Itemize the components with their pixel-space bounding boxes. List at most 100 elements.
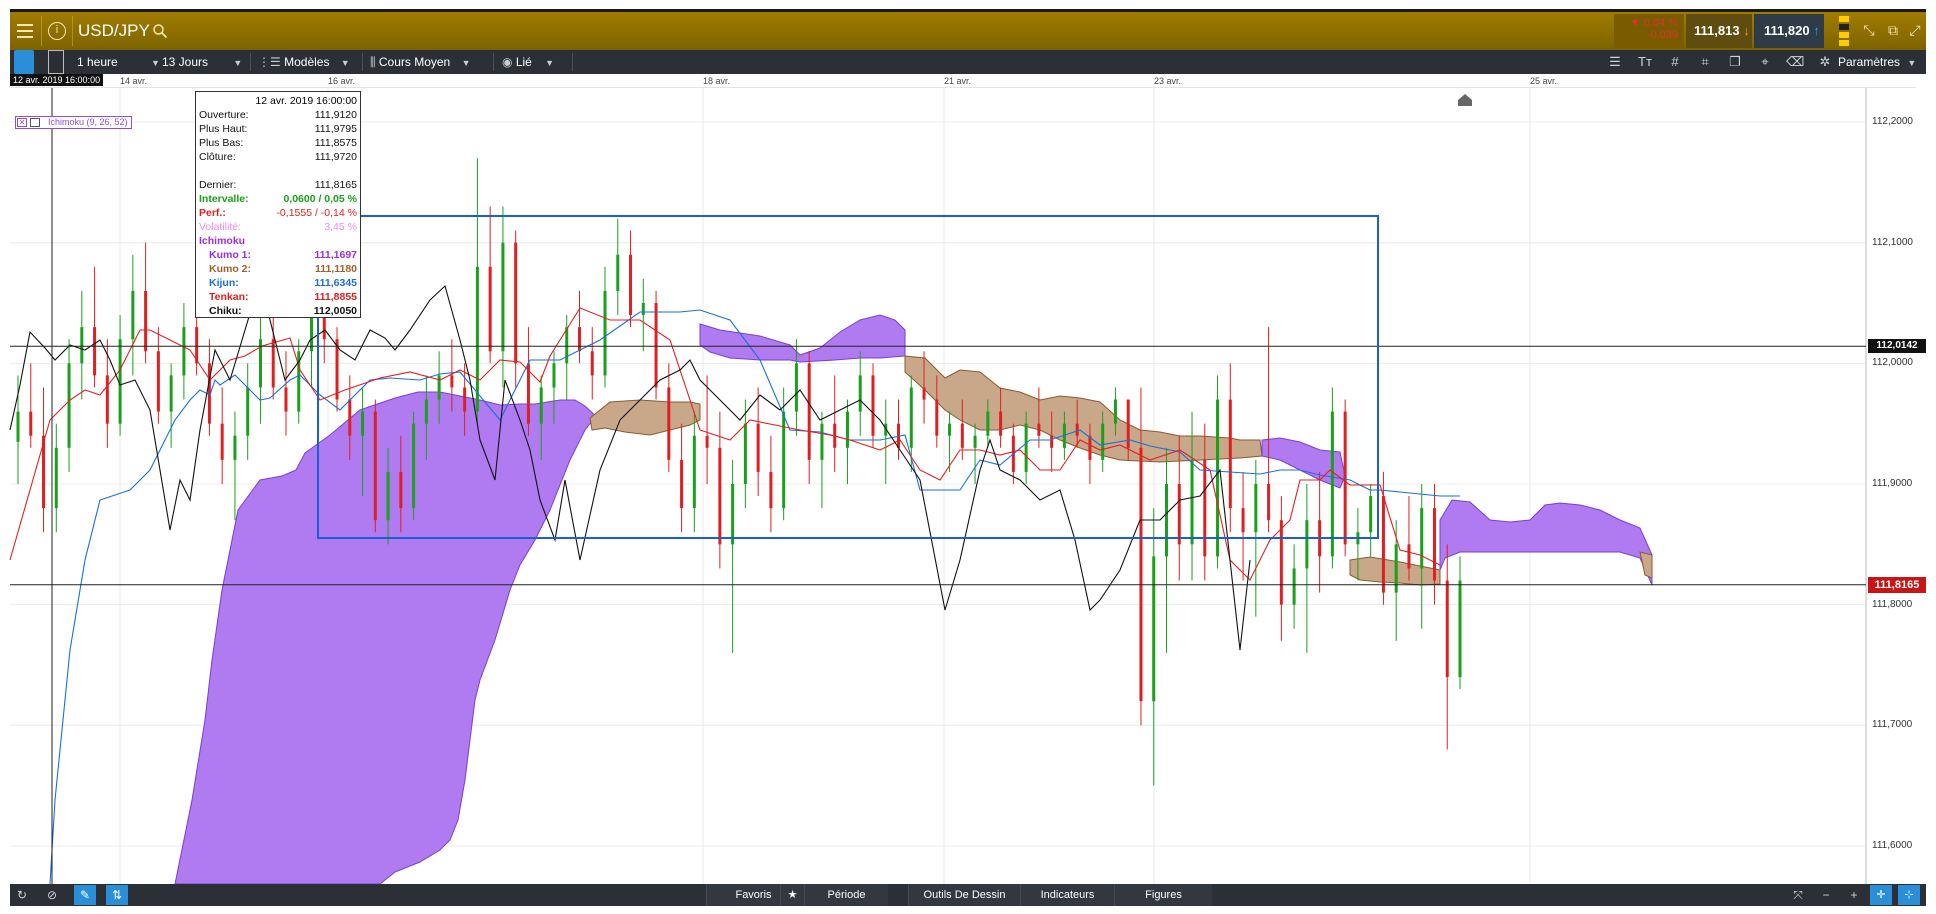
- kumo-cloud-bullish: [174, 391, 602, 885]
- tab-periode[interactable]: Période: [804, 884, 888, 906]
- candle-body: [386, 471, 390, 521]
- candle-body: [935, 399, 939, 436]
- candle-body: [922, 387, 926, 400]
- cancel-icon[interactable]: ⊘: [44, 887, 60, 903]
- tooltip-value: 111,8165: [314, 179, 357, 191]
- candle-body: [105, 375, 109, 424]
- tooltip-row: Plus Bas: 111,8575: [199, 136, 357, 150]
- tooltip-label: Plus Haut:: [199, 123, 248, 135]
- candle-body: [820, 423, 824, 460]
- candle-body: [514, 242, 518, 364]
- tooltip-row: Volatilité: 3,45 %: [199, 220, 357, 234]
- candle-body: [960, 423, 964, 448]
- candle-body: [641, 303, 645, 316]
- tooltip-value: -0,1555 / -0,14 %: [276, 207, 357, 219]
- candle-body: [463, 387, 467, 412]
- tab-label: Indicateurs: [1040, 889, 1095, 901]
- tooltip-row: Kumo 1: 111,1697: [199, 248, 357, 262]
- refresh-icon[interactable]: ↻: [14, 887, 30, 903]
- crosshair-icon[interactable]: ✛: [1870, 885, 1892, 905]
- tooltip-row: Ichimoku: [199, 234, 357, 248]
- tab-label: Favoris: [735, 889, 772, 901]
- candle-body: [1037, 423, 1041, 436]
- candle-body: [1203, 459, 1207, 557]
- candle-body: [539, 387, 543, 424]
- fit-icon[interactable]: ⤧: [1790, 887, 1806, 903]
- candle-body: [1458, 580, 1462, 678]
- candle-body: [1369, 496, 1373, 533]
- candle-body: [526, 363, 530, 424]
- tooltip-row: Kijun: 111,6345: [199, 276, 357, 290]
- tab-figures[interactable]: Figures: [1114, 884, 1212, 906]
- tooltip-label: Kumo 2:: [209, 263, 251, 275]
- tooltip-row: [199, 164, 357, 178]
- candle-body: [1381, 496, 1385, 593]
- tab-label: Figures: [1145, 889, 1182, 901]
- candle-body: [29, 411, 33, 436]
- tooltip-date: 12 avr. 2019 16:00:00: [255, 95, 357, 107]
- candle-body: [590, 351, 594, 376]
- candle-body: [807, 363, 811, 460]
- expand-icon[interactable]: ⊹: [1898, 885, 1920, 905]
- candle-body: [1177, 484, 1181, 545]
- candle-body: [80, 327, 84, 364]
- candle-body: [1228, 399, 1232, 509]
- candle-body: [450, 375, 454, 388]
- candle-body: [1343, 411, 1347, 545]
- tooltip-value: 111,9720: [314, 151, 357, 163]
- y-tick-label: 111,8000: [1872, 598, 1913, 610]
- candle-body: [361, 411, 365, 436]
- close-icon[interactable]: ✕: [17, 118, 27, 127]
- candle-body: [67, 363, 71, 448]
- candle-body: [54, 447, 58, 509]
- zoom-out-icon[interactable]: −: [1818, 887, 1834, 903]
- tooltip-value: 111,9795: [314, 123, 357, 135]
- tooltip-value: 111,9120: [314, 109, 357, 121]
- candle-body: [1164, 484, 1168, 557]
- candle-body: [973, 435, 977, 448]
- magnet-icon[interactable]: ⇅: [106, 885, 128, 905]
- candle-body: [769, 471, 773, 509]
- candle-body: [565, 327, 569, 364]
- tooltip-label: Intervalle:: [199, 193, 249, 205]
- tooltip-row: Kumo 2: 111,1180: [199, 262, 357, 276]
- candle-body: [424, 399, 428, 424]
- tooltip-label: Tenkan:: [209, 291, 249, 303]
- tab-indicators[interactable]: Indicateurs: [1020, 884, 1114, 906]
- tab-drawing-tools[interactable]: Outils De Dessin: [908, 884, 1020, 906]
- tab-label: Période: [827, 889, 866, 901]
- current-price-marker: 111,8165: [1868, 576, 1926, 593]
- tooltip-label: Plus Bas:: [199, 137, 244, 149]
- candle-body: [488, 266, 492, 352]
- candle-body: [731, 484, 735, 545]
- candle-body: [348, 399, 352, 436]
- zoom-in-icon[interactable]: +: [1846, 887, 1862, 903]
- tooltip-label: Clôture:: [199, 151, 236, 163]
- candle-body: [144, 290, 148, 352]
- home-icon: [1458, 94, 1472, 106]
- candle-body: [654, 303, 658, 388]
- candle-body: [373, 411, 377, 521]
- indicator-legend[interactable]: ✕ Ichimoku (9, 26, 52): [15, 116, 132, 129]
- tooltip-row: Tenkan: 111,8855: [199, 290, 357, 304]
- candle-body: [1101, 423, 1105, 460]
- minimize-icon[interactable]: [30, 118, 40, 127]
- candle-body: [475, 266, 479, 412]
- candle-body: [680, 459, 684, 509]
- star-icon[interactable]: ★: [780, 884, 804, 906]
- tooltip-value: 111,8575: [314, 137, 357, 149]
- frame-bottom: [0, 906, 1936, 914]
- tooltip-row: Ouverture: 111,9120: [199, 108, 357, 122]
- candle-body: [1216, 399, 1220, 557]
- pencil-icon[interactable]: ✎: [74, 885, 96, 905]
- y-tick-label: 112,2000: [1872, 116, 1913, 127]
- candle-body: [1279, 520, 1283, 605]
- candle-body: [629, 254, 633, 316]
- candle-body: [756, 423, 760, 472]
- candle-body: [1394, 544, 1398, 593]
- candle-body: [577, 327, 581, 352]
- candle-body: [948, 423, 952, 436]
- candle-body: [1152, 556, 1156, 702]
- last-price-marker: 112,0142: [1868, 339, 1926, 354]
- candle-body: [220, 423, 224, 460]
